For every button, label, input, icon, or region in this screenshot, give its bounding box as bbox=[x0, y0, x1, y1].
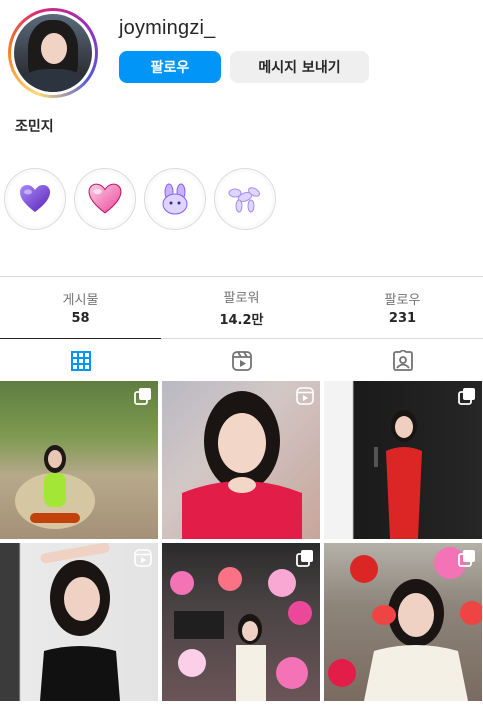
balloon-dog-icon bbox=[228, 187, 260, 213]
purple-heart-icon bbox=[20, 185, 50, 212]
stat-followers-value: 14.2만 bbox=[219, 313, 264, 328]
stat-posts-label: 게시물 bbox=[62, 293, 99, 308]
profile-stats: 게시물 58 팔로워 14.2만 팔로우 231 bbox=[0, 276, 483, 338]
message-button[interactable]: 메시지 보내기 bbox=[230, 51, 369, 83]
username: joymingzi_ bbox=[119, 17, 216, 39]
stat-posts-value: 58 bbox=[71, 311, 90, 326]
carousel-icon bbox=[458, 388, 475, 405]
post-tile[interactable] bbox=[162, 381, 320, 539]
reels-tab-icon bbox=[231, 350, 252, 371]
stat-following-value: 231 bbox=[388, 311, 417, 326]
stat-followers-label: 팔로워 bbox=[223, 291, 260, 306]
stat-posts[interactable]: 게시물 58 bbox=[0, 277, 161, 338]
tab-tagged[interactable] bbox=[322, 339, 483, 382]
stat-following[interactable]: 팔로우 231 bbox=[322, 277, 483, 338]
highlight-3[interactable] bbox=[144, 168, 206, 230]
post-tile[interactable] bbox=[162, 543, 320, 701]
highlight-1[interactable] bbox=[4, 168, 66, 230]
reels-icon bbox=[134, 549, 152, 567]
grid-icon bbox=[70, 350, 91, 371]
follow-button[interactable]: 팔로우 bbox=[119, 51, 221, 83]
avatar-frame bbox=[11, 11, 95, 95]
pink-heart-icon bbox=[88, 183, 122, 214]
avatar-photo bbox=[14, 14, 92, 92]
post-tile[interactable] bbox=[0, 381, 158, 539]
display-name: 조민지 bbox=[15, 119, 54, 135]
stat-following-label: 팔로우 bbox=[384, 293, 421, 308]
tab-reels[interactable] bbox=[161, 339, 322, 382]
post-tile[interactable] bbox=[324, 543, 482, 701]
carousel-icon bbox=[458, 550, 475, 567]
tagged-icon bbox=[392, 349, 413, 371]
highlight-4-inner bbox=[218, 172, 272, 226]
profile-avatar[interactable] bbox=[8, 8, 98, 98]
highlight-3-inner bbox=[148, 172, 202, 226]
tab-posts[interactable] bbox=[0, 338, 161, 382]
highlight-4[interactable] bbox=[214, 168, 276, 230]
avatar-body-shape bbox=[21, 68, 85, 92]
reels-icon bbox=[296, 387, 314, 405]
post-tile[interactable] bbox=[324, 381, 482, 539]
bunny-icon bbox=[162, 183, 188, 215]
highlight-2-inner bbox=[78, 172, 132, 226]
avatar-face-shape bbox=[40, 32, 68, 64]
stat-followers[interactable]: 팔로워 14.2만 bbox=[161, 277, 322, 338]
highlight-1-inner bbox=[8, 172, 62, 226]
post-tile[interactable] bbox=[0, 543, 158, 701]
profile-tabs bbox=[0, 338, 483, 382]
highlight-2[interactable] bbox=[74, 168, 136, 230]
carousel-icon bbox=[296, 550, 313, 567]
carousel-icon bbox=[134, 388, 151, 405]
